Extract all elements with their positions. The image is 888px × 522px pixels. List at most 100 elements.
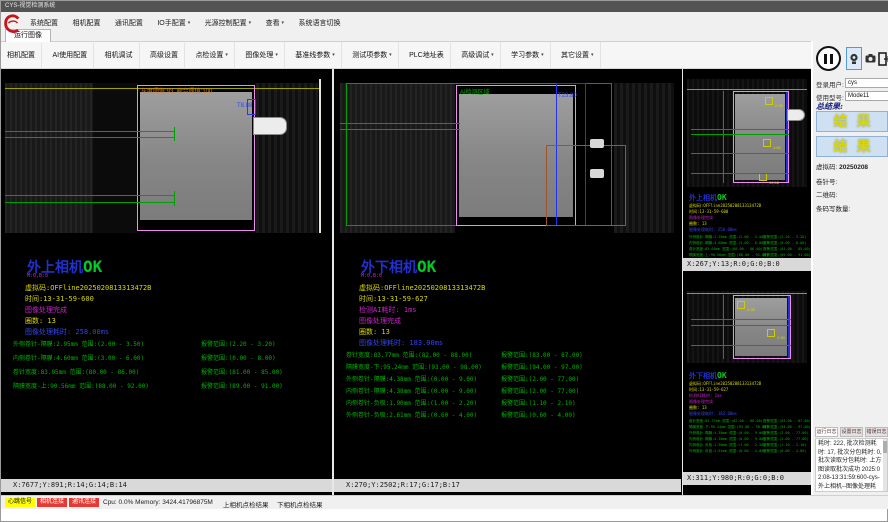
measurement-row: 内侧卷针-负极:1.90mm 范围:(1.00 - 2.20)报警范围:(1.1… xyxy=(683,443,811,448)
roll-pin-row: 卷针号: xyxy=(816,176,837,186)
measurement-row: 内侧卷针-隔膜:4.38mm 范围:(0.00 - 9.00)报警范围:(2.0… xyxy=(334,386,681,395)
measure-line-green xyxy=(691,319,791,320)
log-area[interactable]: 耗时: 222, 批次检测耗时: 17, 批次分包耗时: 0, 批次读取分包耗时… xyxy=(815,438,888,492)
measurement-text: 隔膜宽度-下:95.24mm 范围:(93.00 - 98.00) xyxy=(346,364,482,371)
tool-spot-check[interactable]: 点检设置 ▾ xyxy=(189,42,234,69)
image-texture xyxy=(93,83,138,233)
measure-line-green xyxy=(340,123,460,124)
tab-error-log[interactable]: 错误日志 xyxy=(865,427,888,437)
exit-button[interactable] xyxy=(877,46,888,71)
camera-icon xyxy=(865,54,876,63)
measure-tick-green xyxy=(174,191,175,206)
preview-panel-upper: 2.95 4.60 90.56 外上相机OK 虚拟码:OFFline202502… xyxy=(683,69,811,271)
feature-value: 2.95 xyxy=(775,103,783,108)
chevron-down-icon: ▾ xyxy=(491,52,494,58)
preview-image-lower[interactable]: 4.38 1.90 xyxy=(683,289,811,365)
feature-box-yellow xyxy=(737,301,745,309)
alarm-range-text: 报警范围:(94.00 - 97.00) xyxy=(501,362,583,371)
tab-run-log[interactable]: 运行日志 xyxy=(815,427,838,437)
marker-label: T23.80 xyxy=(558,93,577,99)
measurement-text: 隔膜宽度-上:90.56mm 范围:(88.00 - 92.00) xyxy=(689,253,768,257)
log-scrollbar[interactable] xyxy=(883,439,887,491)
tool-advanced-debug[interactable]: 高级调试 ▾ xyxy=(455,42,500,69)
result-subtitle: M:0,B:0 xyxy=(361,273,382,279)
measure-line-green xyxy=(5,137,175,138)
feature-box-yellow xyxy=(767,329,775,337)
measurement-text: 外侧卷针-隔膜:2.95mm 范围:(2.00 - 3.50) xyxy=(689,235,765,239)
tool-other-settings[interactable]: 其它设置 ▾ xyxy=(555,42,600,69)
tool-image-process[interactable]: 图像处理 ▾ xyxy=(239,42,284,69)
measure-line-green xyxy=(691,129,789,130)
alarm-range-text: 报警范围:(2.00 - 77.00) xyxy=(763,431,809,436)
tab-connector-blob xyxy=(253,117,287,135)
app-window: { "window": { "title": "CYS-视觉检测系统" }, "… xyxy=(0,0,888,522)
highlight-blob xyxy=(590,139,604,148)
toolbar: 相机配置 AI使用配置 相机调试 高级设置 点检设置 ▾ 图像处理 ▾ 基准线参… xyxy=(1,42,811,69)
chevron-down-icon: ▾ xyxy=(275,52,278,58)
measurement-text: 卷针宽度:83.05mm 范围:(80.00 - 86.00) xyxy=(689,247,763,251)
tool-ai-config[interactable]: AI使用配置 xyxy=(46,43,94,69)
measurement-text: 内侧卷针-负极:1.90mm 范围:(1.00 - 2.20) xyxy=(346,400,477,407)
tool-plc-address[interactable]: PLC地址表 xyxy=(403,43,451,69)
feature-value: 4.60 xyxy=(773,145,781,150)
measurement-row: 内侧卷针-隔膜:4.60mm 范围:(3.00 - 6.00)报警范围:(0.0… xyxy=(683,241,811,246)
measurement-row: 卷针宽度:83.05mm 范围:(80.00 - 86.00)报警范围:(81.… xyxy=(1,367,332,376)
elapsed-line: 图像处理耗时: 258.00ms xyxy=(689,227,737,233)
measurement-row: 内侧卷针-隔膜:4.38mm 范围:(0.00 - 9.00)报警范围:(2.0… xyxy=(683,437,811,442)
measurement-text: 卷针宽度:83.77mm 范围:(82.00 - 88.00) xyxy=(346,352,472,359)
window-title: CYS-视觉检测系统 xyxy=(1,1,888,12)
camera-image-outer-lower[interactable]: AI检测区域 T23.80 xyxy=(334,79,681,233)
defect-rect-brown xyxy=(546,145,626,226)
separator-line xyxy=(319,79,321,233)
process-done-line: 图像处理完成 xyxy=(25,305,67,315)
right-sidebar: 登录用户: cys 使用型号: Mode11 总结果: 结果 结果 虚拟码: 2… xyxy=(811,41,888,495)
virtual-code-row: 虚拟码: 20250208 xyxy=(816,161,868,171)
heartbeat-badge: 心跳信号 xyxy=(5,498,35,507)
edge-line-blue xyxy=(788,296,790,358)
camera-name: 外下相机 xyxy=(689,372,717,380)
model-field[interactable]: Mode11 xyxy=(845,91,888,101)
camera-panel-outer-lower: AI检测区域 T23.80 外下相机OK M:0,B:0 虚拟码:OFFline… xyxy=(334,69,681,495)
pixel-coords-bar: X:270;Y:2502;R:17;G:17;B:17 xyxy=(334,479,681,492)
measurement-text: 内侧卷针-隔膜:4.60mm 范围:(3.00 - 6.00) xyxy=(689,241,765,245)
turns-line: 圈数: 13 xyxy=(359,327,390,337)
measure-line-green xyxy=(691,134,789,135)
measurement-row: 内侧卷针-隔膜:4.60mm 范围:(3.00 - 6.00)报警范围:(0.0… xyxy=(1,353,332,362)
result-subtitle: M:0,B:0 xyxy=(27,273,48,279)
feature-box-yellow xyxy=(763,139,771,147)
feature-value: 90.56 xyxy=(769,180,779,185)
preview-image-upper[interactable]: 2.95 4.60 90.56 xyxy=(683,77,811,189)
measurement-text: 外侧卷针-负极:2.61mm 范围:(0.60 - 4.00) xyxy=(346,412,477,419)
alarm-range-text: 报警范围:(2.20 - 3.20) xyxy=(763,235,807,240)
tool-test-params[interactable]: 测试项参数 ▾ xyxy=(346,42,398,69)
camera-result-title: 外上相机OK xyxy=(689,193,727,203)
alarm-range-text: 报警范围:(0.60 - 4.00) xyxy=(763,449,807,454)
measurement-text: 外侧卷针-负极:2.61mm 范围:(0.60 - 4.00) xyxy=(689,449,765,453)
tab-settings-log[interactable]: 设置日志 xyxy=(840,427,863,437)
login-user-field[interactable]: cys xyxy=(845,78,888,88)
tool-learn-params[interactable]: 学习参数 ▾ xyxy=(505,42,550,69)
camera-image-outer-upper[interactable]: 灰度阈值:93, 吻合阈值:100 T8.88 xyxy=(1,79,332,233)
edge-line-blue xyxy=(786,92,788,182)
tool-baseline-params[interactable]: 基准线参数 ▾ xyxy=(289,42,341,69)
camera-link-badge: 相机连接 xyxy=(37,498,67,507)
pixel-coords-bar: X:311;Y:980;R:0;G:0;B:0 xyxy=(683,472,811,485)
snapshot-button[interactable] xyxy=(864,47,877,70)
pixel-coords-bar: X:267;Y:13;R:0;G:0;B:0 xyxy=(683,258,811,271)
measurement-text: 隔膜宽度-上:90.56mm 范围:(88.00 - 92.00) xyxy=(13,383,149,390)
measurement-text: 内侧卷针-隔膜:4.38mm 范围:(0.00 - 9.00) xyxy=(689,437,765,441)
tool-camera-debug[interactable]: 相机调试 xyxy=(99,43,140,69)
scrollbar-thumb[interactable] xyxy=(883,441,887,453)
tool-advanced-settings[interactable]: 高级设置 xyxy=(144,43,185,69)
lower-camera-check-text: 下相机点检结果 xyxy=(277,499,323,509)
alarm-range-text: 报警范围:(2.20 - 3.20) xyxy=(201,339,276,348)
camera-result-title: 外下相机OK xyxy=(689,371,727,381)
measurement-text: 内侧卷针-负极:1.90mm 范围:(1.00 - 2.20) xyxy=(689,443,765,447)
alarm-range-text: 报警范围:(0.60 - 4.00) xyxy=(501,410,576,419)
field-label: 条码写数量: xyxy=(816,206,850,213)
alarm-range-text: 报警范围:(83.00 - 87.00) xyxy=(501,350,583,359)
tool-camera-config[interactable]: 相机配置 xyxy=(1,43,42,69)
pause-button[interactable] xyxy=(816,46,841,71)
chevron-down-icon: ▾ xyxy=(282,20,285,26)
camera-view-button[interactable] xyxy=(846,47,862,70)
